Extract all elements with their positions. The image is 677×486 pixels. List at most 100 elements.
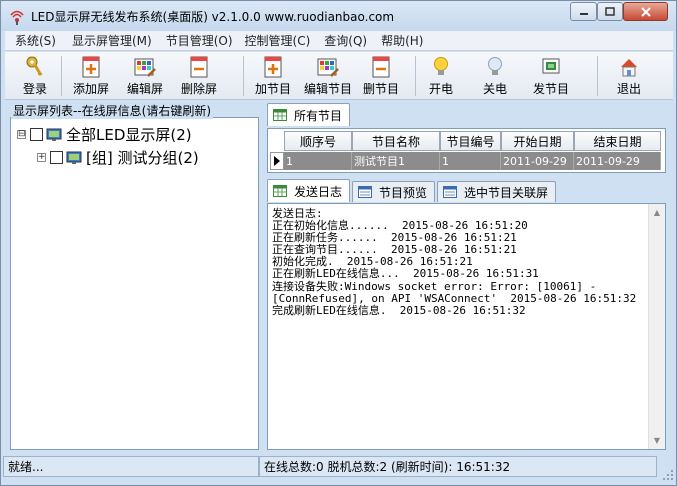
key-icon <box>26 56 43 77</box>
scroll-down-icon[interactable]: ▼ <box>649 432 665 449</box>
edit-screen-label: 编辑屏 <box>126 82 163 96</box>
window-title: LED显示屏无线发布系统(桌面版) v2.1.0.0 www.ruodianba… <box>31 10 395 24</box>
power-off-label: 关电 <box>482 82 507 96</box>
checkbox[interactable] <box>50 151 63 164</box>
toolbar-divider <box>243 56 244 96</box>
delete-screen-label: 删除屏 <box>180 82 217 96</box>
log-text: 发送日志: 正在初始化信息...... 2015-08-26 16:51:20 … <box>272 207 637 317</box>
lightbulb-off-icon <box>488 57 502 75</box>
screen-tree: ⊟ 全部LED显示屏(2) + [组] 测试分组(2) <box>10 117 259 450</box>
maximize-icon <box>605 6 615 16</box>
checkbox[interactable] <box>30 128 43 141</box>
edit-program-icon <box>317 58 339 77</box>
grid-icon <box>273 109 287 121</box>
row-pointer-icon <box>270 152 284 170</box>
program-table: 顺序号 节目名称 节目编号 开始日期 结束日期 1 测试节目1 1 2011-0… <box>267 128 666 173</box>
resize-grip-icon[interactable] <box>662 469 674 481</box>
status-bar: 就绪... 在线总数:0 脱机总数:2 (刷新时间): 16:51:32 <box>1 455 676 485</box>
title-bar: LED显示屏无线发布系统(桌面版) v2.1.0.0 www.ruodianba… <box>1 1 676 31</box>
tab-label: 发送日志 <box>294 184 343 199</box>
tab-label: 节目预览 <box>379 185 428 200</box>
edit-screen-button[interactable]: 编辑屏 <box>121 54 169 98</box>
close-icon <box>640 6 651 17</box>
list-icon <box>443 186 458 198</box>
main-window: LED显示屏无线发布系统(桌面版) v2.1.0.0 www.ruodianba… <box>0 0 677 486</box>
monitor-icon <box>66 151 82 164</box>
wireless-app-icon <box>10 10 24 25</box>
publish-program-label: 发节目 <box>532 82 569 96</box>
add-program-button[interactable]: 加节目 <box>249 54 297 98</box>
vertical-scrollbar[interactable]: ▲ ▼ <box>648 204 665 449</box>
table-cell[interactable]: 2011-09-29 <box>574 152 661 170</box>
menu-system[interactable]: 系统(S) <box>10 32 61 49</box>
edit-program-label: 编辑节目 <box>303 82 352 96</box>
menu-query[interactable]: 查询(Q) <box>319 32 372 49</box>
add-program-icon <box>264 56 282 78</box>
screen-list-title: 显示屏列表--在线屏信息(请右键刷新) <box>11 102 214 119</box>
table-cell[interactable]: 2011-09-29 <box>501 152 574 170</box>
power-on-label: 开电 <box>428 82 453 96</box>
menu-help[interactable]: 帮助(H) <box>376 32 428 49</box>
exit-label: 退出 <box>616 82 641 96</box>
edit-program-button[interactable]: 编辑节目 <box>301 54 355 98</box>
menu-control-management[interactable]: 控制管理(C) <box>240 32 316 49</box>
lightbulb-on-icon <box>434 57 448 75</box>
monitor-icon <box>46 128 62 141</box>
publish-program-button[interactable]: 发节目 <box>529 54 573 98</box>
delete-program-icon <box>372 56 390 78</box>
status-ready: 就绪... <box>3 456 259 477</box>
tab-label: 所有节目 <box>294 108 343 123</box>
status-online-count: 在线总数:0 脱机总数:2 (刷新时间): 16:51:32 <box>259 456 657 477</box>
publish-icon <box>542 58 560 74</box>
home-exit-icon <box>621 59 637 77</box>
delete-screen-button[interactable]: 删除屏 <box>175 54 223 98</box>
grid-icon <box>273 185 287 197</box>
menu-program-management[interactable]: 节目管理(O) <box>161 32 238 49</box>
delete-program-button[interactable]: 删节目 <box>359 54 403 98</box>
toolbar-divider <box>597 56 598 96</box>
list-icon <box>358 186 373 198</box>
add-screen-label: 添加屏 <box>72 82 109 96</box>
tree-node-all-screens[interactable]: ⊟ 全部LED显示屏(2) <box>17 124 192 145</box>
tab-program-preview[interactable]: 节目预览 <box>352 181 436 202</box>
table-cell[interactable]: 1 <box>284 152 352 170</box>
add-screen-button[interactable]: 添加屏 <box>67 54 115 98</box>
column-header[interactable]: 节目编号 <box>440 131 501 151</box>
collapse-icon[interactable]: ⊟ <box>17 130 26 139</box>
tree-node-test-group[interactable]: + [组] 测试分组(2) <box>37 147 199 168</box>
column-header[interactable]: 顺序号 <box>284 131 352 151</box>
expand-icon[interactable]: + <box>37 153 46 162</box>
exit-button[interactable]: 退出 <box>611 54 647 98</box>
tree-label: 全部LED显示屏(2) <box>66 126 192 144</box>
tab-linked-screens[interactable]: 选中节目关联屏 <box>437 181 557 202</box>
edit-screen-icon <box>134 58 156 77</box>
toolbar-divider <box>61 56 62 96</box>
menu-screen-management[interactable]: 显示屏管理(M) <box>67 32 157 49</box>
tree-label: [组] 测试分组(2) <box>86 149 199 167</box>
tab-all-programs[interactable]: 所有节目 <box>267 103 351 126</box>
power-off-button[interactable]: 关电 <box>477 54 513 98</box>
add-program-label: 加节目 <box>254 82 291 96</box>
minimize-button[interactable] <box>570 2 597 21</box>
table-cell[interactable]: 测试节目1 <box>352 152 440 170</box>
column-header[interactable]: 开始日期 <box>501 131 574 151</box>
program-tabs: 所有节目 <box>267 103 352 126</box>
table-cell[interactable]: 1 <box>440 152 501 170</box>
column-header[interactable]: 结束日期 <box>574 131 661 151</box>
log-tabs: 发送日志 节目预览 选中节目关联屏 <box>267 179 558 202</box>
toolbar: 登录 添加屏 编辑屏 删除屏 加节目 编辑节目 删节目 开电 关电 发节目 退出 <box>5 52 673 100</box>
close-button[interactable] <box>623 2 668 21</box>
login-label: 登录 <box>22 82 47 96</box>
power-on-button[interactable]: 开电 <box>423 54 459 98</box>
scroll-up-icon[interactable]: ▲ <box>649 204 665 221</box>
send-log-panel[interactable]: 发送日志: 正在初始化信息...... 2015-08-26 16:51:20 … <box>267 203 666 450</box>
tab-send-log[interactable]: 发送日志 <box>267 179 351 202</box>
minimize-icon <box>579 12 588 15</box>
toolbar-divider <box>415 56 416 96</box>
login-button[interactable]: 登录 <box>15 54 55 98</box>
column-header[interactable]: 节目名称 <box>352 131 440 151</box>
add-document-icon <box>82 56 100 78</box>
menu-bar: 系统(S) 显示屏管理(M) 节目管理(O) 控制管理(C) 查询(Q) 帮助(… <box>5 31 673 51</box>
maximize-button[interactable] <box>597 2 623 21</box>
delete-document-icon <box>190 56 208 78</box>
